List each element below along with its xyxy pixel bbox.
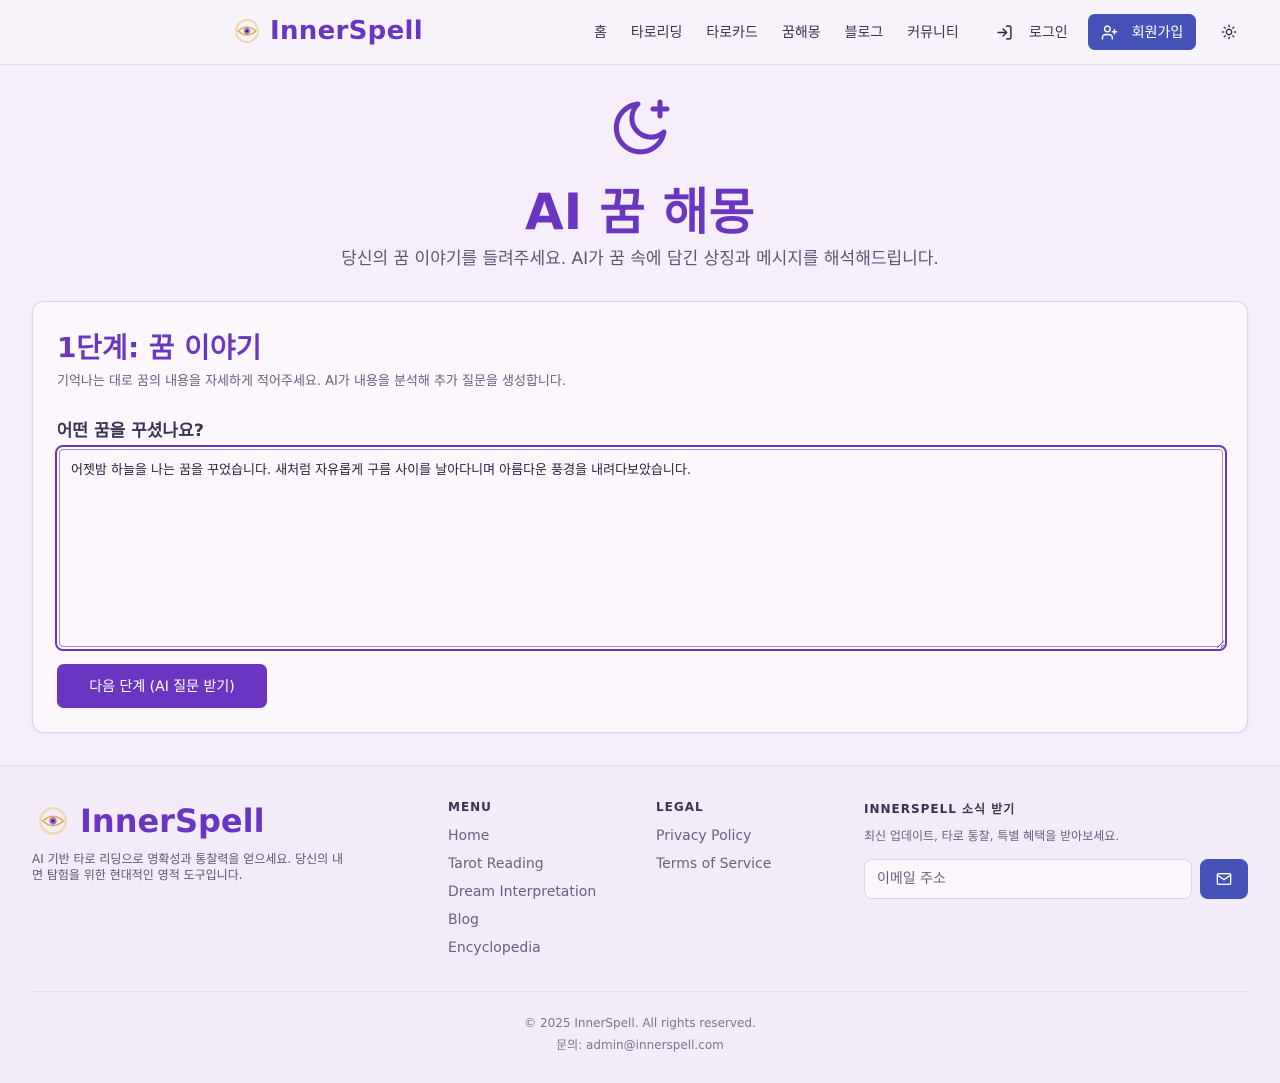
nav-blog[interactable]: 블로그 [845, 22, 884, 42]
mail-icon [1216, 873, 1232, 885]
next-step-button[interactable]: 다음 단계 (AI 질문 받기) [57, 664, 267, 708]
footer-link-encyclopedia[interactable]: Encyclopedia [448, 940, 596, 968]
site-footer: InnerSpell AI 기반 타로 리딩으로 명확성과 통찰력을 얻으세요.… [0, 765, 1280, 1083]
eye-logo-icon [235, 19, 259, 43]
newsletter-description: 최신 업데이트, 타로 통찰, 특별 혜택을 받아보세요. [864, 829, 1120, 843]
nav-dream[interactable]: 꿈해몽 [782, 22, 821, 42]
login-button[interactable]: 로그인 [996, 22, 1068, 42]
dream-field-label: 어떤 꿈을 꾸셨나요? [57, 421, 204, 441]
footer-link-tarot-reading[interactable]: Tarot Reading [448, 856, 596, 884]
site-header: InnerSpell 홈 타로리딩 타로카드 꿈해몽 블로그 커뮤니티 로그인 … [0, 0, 1280, 65]
footer-divider [32, 991, 1248, 992]
footer-link-dream-interpretation[interactable]: Dream Interpretation [448, 884, 596, 912]
nav-tarot-reading[interactable]: 타로리딩 [631, 22, 683, 42]
newsletter-email-input[interactable] [864, 859, 1192, 899]
step-description: 기억나는 대로 꿈의 내용을 자세하게 적어주세요. AI가 내용을 분석해 추… [57, 374, 566, 389]
signup-button[interactable]: 회원가입 [1088, 14, 1196, 50]
dream-textarea[interactable]: 어젯밤 하늘을 나는 꿈을 꾸었습니다. 새처럼 자유롭게 구름 사이를 날아다… [55, 445, 1227, 651]
newsletter-subscribe-button[interactable] [1200, 859, 1248, 899]
footer-menu-title: MENU [448, 800, 492, 814]
login-icon [997, 24, 1012, 40]
signup-label: 회원가입 [1131, 25, 1184, 41]
footer-menu-list: Home Tarot Reading Dream Interpretation … [448, 828, 596, 968]
footer-link-privacy[interactable]: Privacy Policy [656, 828, 771, 856]
nav-community[interactable]: 커뮤니티 [907, 22, 959, 42]
nav-home[interactable]: 홈 [594, 22, 607, 42]
brand-name: InnerSpell [270, 16, 423, 46]
footer-link-blog[interactable]: Blog [448, 912, 596, 940]
footer-brand-name: InnerSpell [80, 802, 265, 840]
footer-brand[interactable]: InnerSpell [38, 802, 265, 840]
dream-step-card: 1단계: 꿈 이야기 기억나는 대로 꿈의 내용을 자세하게 적어주세요. AI… [32, 301, 1248, 733]
page-title: AI 꿈 해몽 [524, 183, 756, 241]
theme-toggle-button[interactable] [1218, 21, 1240, 43]
moon-star-icon [613, 99, 670, 155]
footer-legal-list: Privacy Policy Terms of Service [656, 828, 771, 884]
main-nav: 홈 타로리딩 타로카드 꿈해몽 블로그 커뮤니티 [594, 22, 959, 42]
sun-icon [1221, 24, 1237, 40]
user-plus-icon [1101, 24, 1118, 40]
page-subtitle: 당신의 꿈 이야기를 들려주세요. AI가 꿈 속에 담긴 상징과 메시지를 해… [341, 249, 939, 269]
eye-logo-icon [39, 807, 67, 835]
contact-text: 문의: admin@innerspell.com [556, 1038, 724, 1052]
copyright-text: © 2025 InnerSpell. All rights reserved. [524, 1016, 756, 1030]
login-label: 로그인 [1029, 25, 1068, 41]
step-title: 1단계: 꿈 이야기 [57, 331, 262, 364]
nav-tarot-cards[interactable]: 타로카드 [706, 22, 758, 42]
brand[interactable]: InnerSpell [234, 16, 423, 46]
footer-legal-title: LEGAL [656, 800, 704, 814]
footer-link-terms[interactable]: Terms of Service [656, 856, 771, 884]
newsletter-title: INNERSPELL 소식 받기 [864, 802, 1016, 816]
footer-link-home[interactable]: Home [448, 828, 596, 856]
footer-description: AI 기반 타로 리딩으로 명확성과 통찰력을 얻으세요. 당신의 내면 탐험을… [32, 852, 344, 882]
